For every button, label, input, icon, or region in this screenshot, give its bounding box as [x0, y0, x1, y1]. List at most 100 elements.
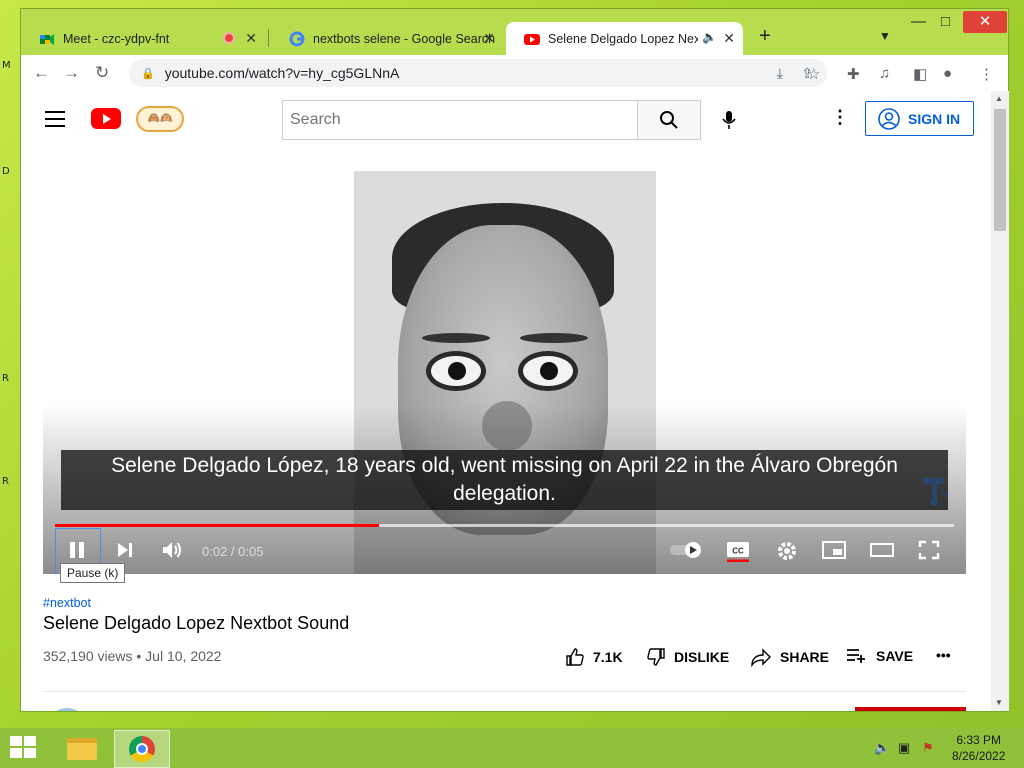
taskbar-file-explorer[interactable]	[54, 730, 110, 768]
address-bar[interactable]: 🔒 youtube.com/watch?v=hy_cg5GLNnA ⤓ ⇪	[129, 59, 827, 87]
video-title: Selene Delgado Lopez Nextbot Sound	[43, 613, 350, 633]
more-actions-icon: •••	[936, 647, 951, 663]
page-scrollbar[interactable]: ▲ ▼	[991, 91, 1009, 711]
hamburger-menu-icon[interactable]	[45, 111, 65, 132]
tab-title: Selene Delgado Lopez Nextb	[548, 31, 698, 46]
back-arrow-icon[interactable]: ←	[33, 63, 50, 83]
chrome-icon	[129, 736, 155, 762]
minimize-button[interactable]: —	[911, 13, 926, 30]
action-center-icon[interactable]: ⚑	[922, 740, 934, 756]
tab-search-chevron-icon[interactable]: ▼	[879, 29, 891, 43]
progress-bar[interactable]	[55, 524, 954, 527]
taskbar-chrome[interactable]	[114, 730, 170, 768]
recording-dot-icon	[223, 32, 235, 44]
volume-tray-icon[interactable]: 🔈	[874, 740, 890, 756]
windows-start-icon[interactable]	[10, 736, 38, 760]
hashtag-link[interactable]: #nextbot	[43, 596, 91, 610]
extensions-puzzle-icon[interactable]: ✚	[847, 65, 860, 83]
autoplay-toggle[interactable]	[669, 541, 703, 564]
channel-avatar[interactable]	[47, 708, 87, 711]
tab-strip: Meet - czc-ydpv-fnt ✕ nextbots selene - …	[21, 9, 1008, 55]
scroll-down-arrow-icon[interactable]: ▼	[995, 698, 1003, 707]
next-video-icon[interactable]	[115, 540, 135, 565]
forward-arrow-icon[interactable]: →	[63, 63, 80, 83]
desktop-icon-label[interactable]: R	[2, 476, 9, 487]
tab-title: nextbots selene - Google Search	[313, 31, 496, 46]
network-tray-icon[interactable]: ▣	[898, 740, 910, 756]
settings-gear-icon[interactable]	[776, 540, 798, 567]
maximize-button[interactable]: □	[941, 13, 950, 30]
google-meet-icon	[40, 33, 54, 45]
settings-kebab-icon[interactable]: ⋮	[831, 107, 849, 128]
tab-meet[interactable]: Meet - czc-ydpv-fnt ✕	[21, 22, 265, 55]
desktop-icon-label[interactable]: R	[2, 373, 9, 384]
audio-playing-icon[interactable]: 🔈	[702, 30, 717, 44]
pause-tooltip: Pause (k)	[60, 563, 126, 583]
tab-title: Meet - czc-ydpv-fnt	[63, 31, 170, 46]
svg-text:CC: CC	[732, 547, 744, 556]
volume-icon[interactable]	[161, 540, 183, 565]
clock-time: 6:33 PM	[956, 733, 1002, 747]
install-app-icon[interactable]: ⤓	[777, 65, 783, 82]
sketch-brow	[520, 333, 588, 343]
like-button[interactable]: 7.1K	[565, 647, 623, 667]
pause-icon[interactable]	[67, 540, 87, 565]
time-display: 0:02 / 0:05	[202, 544, 264, 559]
close-tab-icon[interactable]: ✕	[723, 30, 735, 47]
channel-watermark-icon[interactable]	[917, 476, 951, 512]
youtube-header: 🙈🙉 ⋮ SIGN IN	[21, 91, 991, 147]
video-meta: 352,190 views • Jul 10, 2022	[43, 648, 222, 664]
dislike-button[interactable]: DISLIKE	[646, 647, 729, 667]
save-button[interactable]: SAVE	[846, 647, 913, 665]
captions-icon[interactable]: CC	[726, 540, 750, 567]
subscribe-button[interactable]	[855, 707, 966, 711]
sign-in-button[interactable]: SIGN IN	[865, 101, 974, 136]
media-controls-icon[interactable]: ♫	[879, 65, 890, 82]
tab-google-search[interactable]: nextbots selene - Google Search ✕	[271, 22, 503, 55]
dislike-label: DISLIKE	[674, 649, 730, 665]
sketch-eye	[518, 351, 578, 391]
video-player[interactable]: Selene Delgado López, 18 years old, went…	[43, 154, 966, 574]
tab-youtube[interactable]: Selene Delgado Lopez Nextb 🔈 ✕	[506, 22, 743, 55]
side-panel-icon[interactable]: ◧	[913, 65, 927, 83]
search-input[interactable]	[282, 100, 638, 140]
folder-icon	[67, 738, 97, 760]
youtube-page: 🙈🙉 ⋮ SIGN IN	[21, 91, 991, 711]
url-text: youtube.com/watch?v=hy_cg5GLNnA	[164, 65, 400, 81]
youtube-logo-icon[interactable]	[91, 108, 121, 129]
close-tab-icon[interactable]: ✕	[245, 30, 257, 47]
desktop-icon-label[interactable]: D	[2, 166, 10, 177]
youtube-icon	[524, 33, 540, 45]
desktop-icon-label[interactable]: M	[2, 60, 11, 71]
system-clock[interactable]: 6:33 PM 8/26/2022	[952, 732, 1005, 764]
scroll-up-arrow-icon[interactable]: ▲	[995, 94, 1003, 103]
close-tab-icon[interactable]: ✕	[483, 30, 495, 47]
reload-icon[interactable]: ↻	[95, 63, 109, 83]
thumbs-up-icon	[566, 648, 584, 666]
search-button[interactable]	[637, 100, 701, 140]
fullscreen-icon[interactable]	[918, 540, 940, 565]
clock-date: 8/26/2022	[952, 749, 1006, 763]
save-label: SAVE	[876, 648, 914, 664]
theater-mode-icon[interactable]	[870, 541, 894, 564]
miniplayer-icon[interactable]	[822, 541, 846, 564]
browser-menu-icon[interactable]: ⋮	[979, 65, 994, 83]
share-label: SHARE	[780, 649, 830, 665]
thumbs-down-icon	[647, 648, 665, 666]
more-actions-button[interactable]: •••	[936, 647, 951, 663]
sign-in-label: SIGN IN	[908, 110, 961, 127]
close-window-button[interactable]: ✕	[963, 11, 1007, 33]
sketch-brow	[422, 333, 490, 343]
new-tab-button[interactable]: +	[759, 25, 771, 48]
youtube-doodle[interactable]: 🙈🙉	[136, 106, 184, 132]
lock-icon[interactable]: 🔒	[141, 67, 155, 80]
profile-avatar-icon[interactable]: ●	[943, 65, 952, 82]
browser-toolbar: ← → ↻ 🔒 youtube.com/watch?v=hy_cg5GLNnA …	[21, 55, 1008, 91]
voice-search-button[interactable]	[709, 102, 749, 138]
share-button[interactable]: SHARE	[750, 647, 829, 667]
bookmark-star-icon[interactable]: ☆	[807, 65, 820, 83]
scrollbar-thumb[interactable]	[994, 109, 1006, 231]
sketch-eye	[426, 351, 486, 391]
search-icon	[660, 111, 678, 129]
like-count: 7.1K	[593, 649, 623, 665]
